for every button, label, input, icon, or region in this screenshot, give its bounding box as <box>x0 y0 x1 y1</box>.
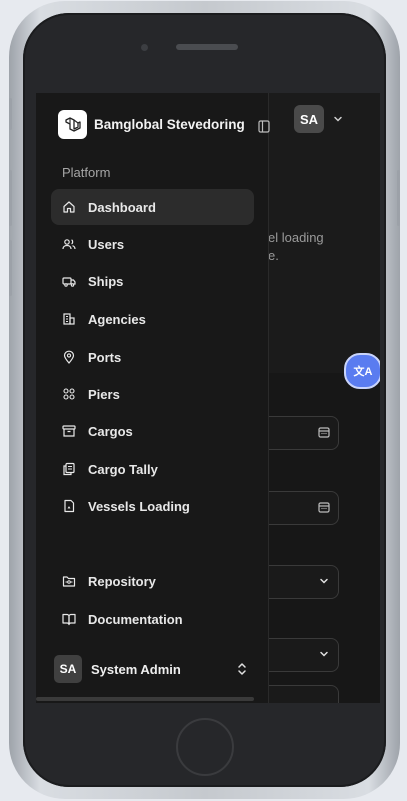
folder-git-icon <box>62 574 76 588</box>
book-icon <box>62 612 76 626</box>
sidebar-item-dashboard[interactable]: Dashboard <box>51 189 254 225</box>
sidebar-item-label: Documentation <box>88 611 183 627</box>
phone-home-button[interactable] <box>176 718 234 776</box>
map-pin-icon <box>62 350 76 364</box>
sidebar-item-label: Cargo Tally <box>88 461 158 477</box>
phone-side-button <box>9 240 12 296</box>
home-icon <box>62 200 76 214</box>
header-avatar[interactable]: SA <box>294 105 324 133</box>
sidebar-item-label: Ports <box>88 349 122 365</box>
phone-side-button <box>397 170 400 226</box>
main-description-line: e. <box>268 248 279 263</box>
sidebar-item-ships[interactable]: Ships <box>51 263 254 299</box>
sidebar-item-cargo-tally[interactable]: Cargo Tally <box>51 451 254 487</box>
users-icon <box>62 237 76 251</box>
brand-logo-icon <box>58 110 87 139</box>
sidebar-item-users[interactable]: Users <box>51 226 254 262</box>
truck-icon <box>62 274 76 288</box>
phone-camera <box>141 44 148 51</box>
sidebar-item-cargos[interactable]: Cargos <box>51 413 254 449</box>
main-description-line: el loading <box>268 230 324 245</box>
sidebar-item-label: Repository <box>88 573 156 589</box>
sidebar-item-repository[interactable]: Repository <box>51 563 254 599</box>
sidebar-item-agencies[interactable]: Agencies <box>51 301 254 337</box>
chevron-down-icon[interactable] <box>332 113 344 125</box>
app-screen: SA el loading e. 文A Bamglobal Stevedorin… <box>36 93 380 703</box>
sidebar-item-ports[interactable]: Ports <box>51 339 254 375</box>
sidebar-item-label: Agencies <box>88 311 146 327</box>
file-icon <box>62 499 76 513</box>
calendar-icon <box>318 427 330 438</box>
chevron-down-icon <box>320 578 328 584</box>
archive-icon <box>62 424 76 438</box>
horizontal-scrollbar[interactable] <box>36 697 254 701</box>
phone-side-button <box>9 170 12 226</box>
sidebar-item-label: Ships <box>88 273 124 289</box>
sidebar-toggle-icon[interactable] <box>258 120 270 133</box>
building-icon <box>62 312 76 326</box>
nav-group-label: Platform <box>62 165 111 180</box>
sidebar-item-documentation[interactable]: Documentation <box>51 601 254 637</box>
sidebar: Bamglobal Stevedoring Platform Dashboard… <box>36 93 270 703</box>
user-name: System Admin <box>91 661 181 677</box>
calendar-icon <box>318 502 330 513</box>
user-menu[interactable]: SA System Admin <box>54 652 254 686</box>
grid-icon <box>62 387 76 401</box>
sidebar-item-piers[interactable]: Piers <box>51 376 254 412</box>
sidebar-item-label: Vessels Loading <box>88 498 190 514</box>
sidebar-item-label: Piers <box>88 386 120 402</box>
avatar: SA <box>54 655 82 683</box>
phone-side-button <box>9 98 12 130</box>
chevron-down-icon <box>320 651 328 657</box>
brand-name: Bamglobal Stevedoring <box>94 117 245 132</box>
translate-button[interactable]: 文A <box>344 353 380 389</box>
brand[interactable]: Bamglobal Stevedoring <box>58 110 245 139</box>
phone-speaker <box>176 44 238 50</box>
sidebar-item-label: Users <box>88 236 125 252</box>
sidebar-item-label: Cargos <box>88 423 133 439</box>
sidebar-item-label: Dashboard <box>88 199 156 215</box>
copy-icon <box>62 462 76 476</box>
chevrons-up-down-icon <box>238 663 246 675</box>
sidebar-item-vessels-loading[interactable]: Vessels Loading <box>51 488 254 524</box>
